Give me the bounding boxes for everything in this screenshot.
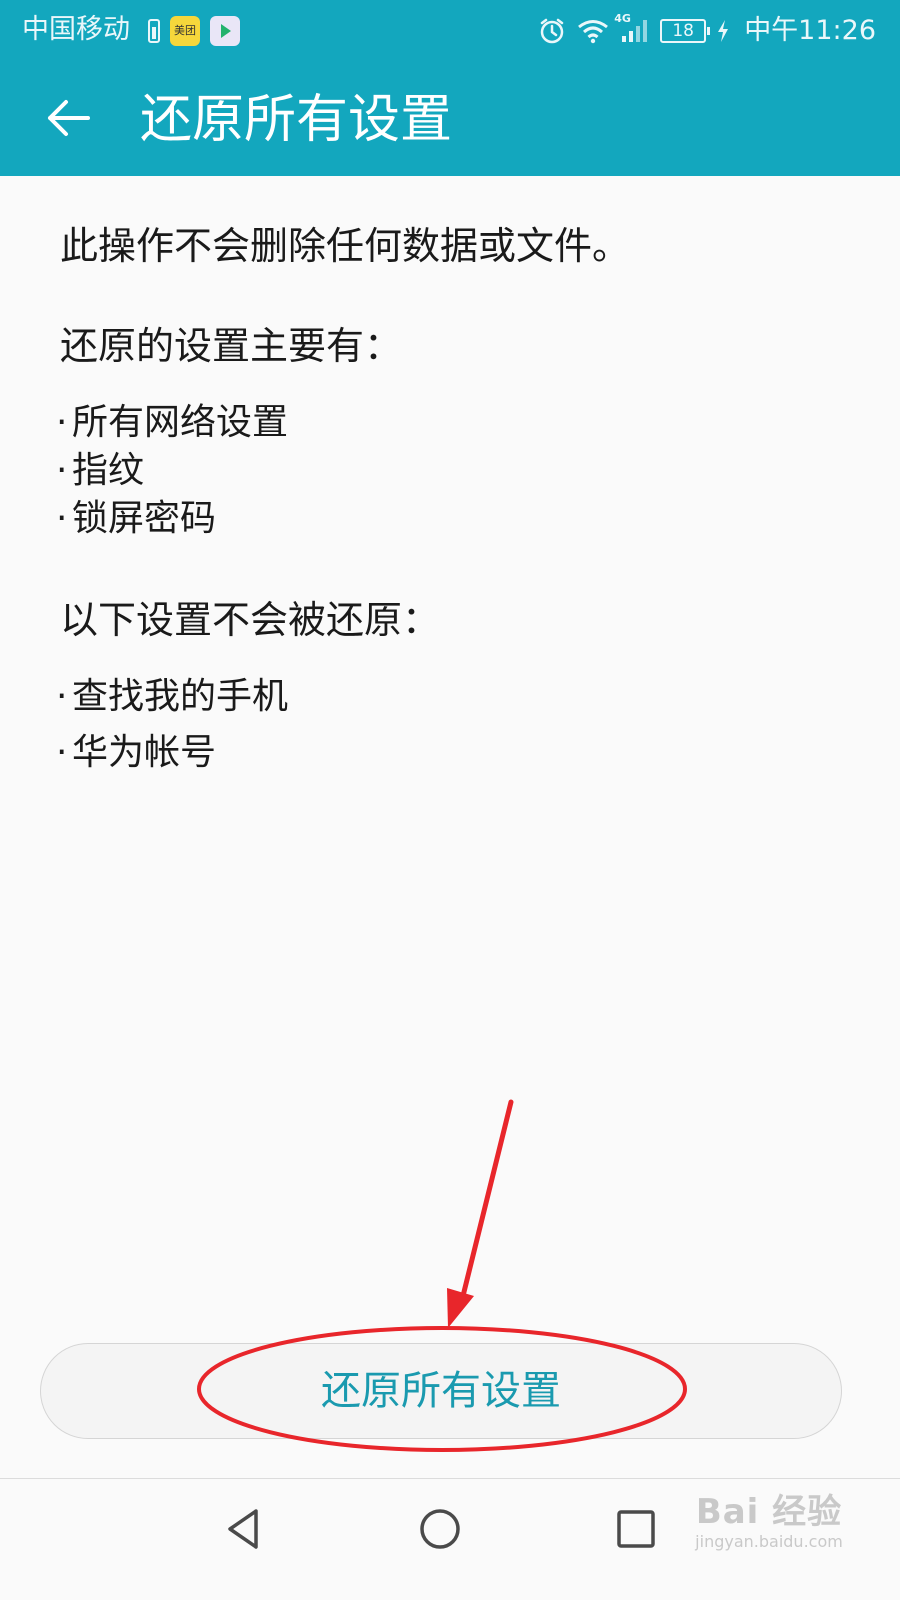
list-item: · 指纹 bbox=[56, 448, 144, 494]
wifi-icon bbox=[576, 18, 610, 44]
reset-button-label: 还原所有设置 bbox=[321, 1368, 561, 1414]
video-app-icon bbox=[210, 16, 240, 46]
list-item-label: 所有网络设置 bbox=[72, 402, 289, 443]
status-indicators: 4G 18 中午11:26 bbox=[538, 12, 876, 50]
watermark-logo: Bai 经验 bbox=[695, 1492, 843, 1532]
arrow-left-icon bbox=[44, 98, 92, 142]
list-item: · 所有网络设置 bbox=[56, 400, 288, 446]
cell-signal-icon: 4G bbox=[614, 12, 650, 44]
bullet-dot: · bbox=[56, 450, 68, 491]
charging-icon bbox=[716, 19, 730, 43]
app-bar: 还原所有设置 bbox=[0, 62, 900, 176]
annotation-arrow-shaft bbox=[459, 1099, 514, 1303]
square-recent-icon bbox=[614, 1507, 658, 1555]
list-item-label: 华为帐号 bbox=[72, 732, 217, 773]
meituan-app-icon: 美团 bbox=[170, 16, 200, 46]
battery-level: 18 bbox=[660, 19, 711, 43]
reset-all-settings-button[interactable]: 还原所有设置 bbox=[40, 1343, 842, 1439]
bullet-dot: · bbox=[56, 402, 68, 443]
list-item-label: 查找我的手机 bbox=[72, 676, 289, 717]
nav-back-button[interactable] bbox=[214, 1501, 274, 1561]
nav-home-button[interactable] bbox=[410, 1501, 470, 1561]
list-item: · 华为帐号 bbox=[56, 730, 216, 776]
watermark-url: jingyan.baidu.com bbox=[695, 1532, 843, 1551]
annotation-arrow-head bbox=[447, 1288, 474, 1328]
circle-home-icon bbox=[418, 1507, 462, 1555]
network-type-label: 4G bbox=[614, 12, 631, 25]
status-time: 中午11:26 bbox=[744, 15, 876, 46]
nav-recent-button[interactable] bbox=[606, 1501, 666, 1561]
bullet-dot: · bbox=[56, 732, 68, 773]
list-item-label: 指纹 bbox=[72, 450, 145, 491]
baidu-jingyan-watermark: Bai 经验 jingyan.baidu.com bbox=[684, 1492, 854, 1552]
triangle-back-icon bbox=[222, 1507, 266, 1555]
status-bar: 中国移动 美团 4G 18 中午11:26 bbox=[0, 0, 900, 62]
bullet-dot: · bbox=[56, 676, 68, 717]
carrier-name: 中国移动 bbox=[22, 14, 130, 45]
notification-icons: 美团 bbox=[148, 14, 240, 48]
keep-heading: 以下设置不会被还原： bbox=[60, 598, 441, 642]
back-button[interactable] bbox=[38, 90, 98, 150]
list-item-label: 锁屏密码 bbox=[72, 498, 217, 539]
list-item: · 锁屏密码 bbox=[56, 496, 216, 542]
alarm-clock-icon bbox=[538, 17, 566, 45]
bullet-dot: · bbox=[56, 498, 68, 539]
reset-heading: 还原的设置主要有： bbox=[60, 324, 403, 368]
notice-text: 此操作不会删除任何数据或文件。 bbox=[60, 224, 631, 268]
battery-saver-icon bbox=[148, 19, 160, 43]
page-title: 还原所有设置 bbox=[140, 90, 453, 150]
list-item: · 查找我的手机 bbox=[56, 674, 288, 720]
